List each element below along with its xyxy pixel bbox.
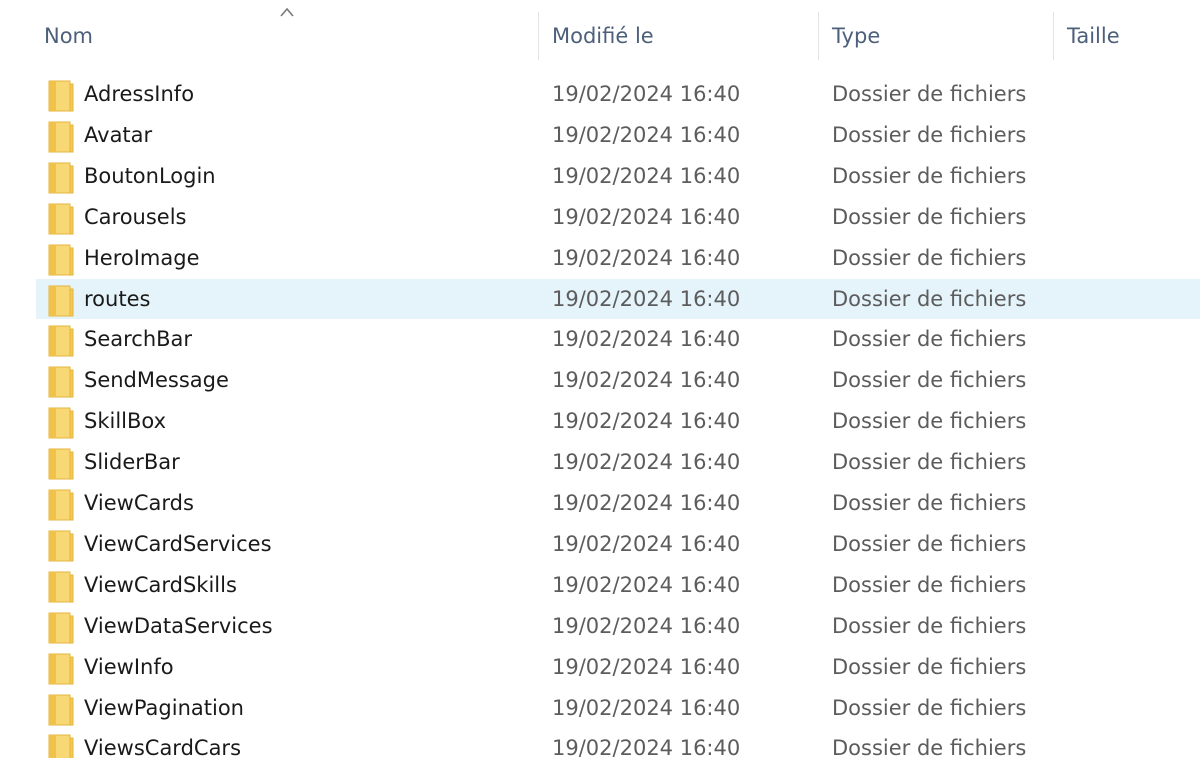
file-name: SearchBar <box>84 327 193 352</box>
column-separator[interactable] <box>1053 12 1054 60</box>
file-row[interactable]: HeroImage 19/02/2024 16:40 Dossier de fich… <box>36 238 1200 278</box>
file-modified-date: 19/02/2024 16:40 <box>552 245 741 270</box>
file-name: ViewCards <box>84 491 194 515</box>
file-modified-date: 19/02/2024 16:40 <box>552 695 741 720</box>
file-modified-date: 19/02/2024 16:40 <box>552 122 741 147</box>
folder-icon <box>48 80 74 112</box>
file-row[interactable]: BoutonLogin 19/02/2024 16:40 Dossier de fi… <box>36 156 1200 196</box>
folder-icon <box>48 366 74 398</box>
column-header-name[interactable]: Nom <box>44 18 534 60</box>
file-row[interactable]: SearchBar 19/02/2024 16:40 Dossier de fich… <box>36 319 1200 359</box>
folder-icon <box>48 244 74 276</box>
folder-icon <box>48 162 74 194</box>
folder-icon <box>48 694 74 726</box>
file-name: AdressInfo <box>84 82 195 106</box>
sort-ascending-icon <box>280 7 294 17</box>
file-name: Carousels <box>84 204 187 229</box>
file-name: SendMessage <box>84 368 229 393</box>
folder-icon <box>48 203 74 235</box>
file-type: Dossier de fichiers <box>832 122 1027 147</box>
column-header-size[interactable]: Taille <box>1067 18 1200 60</box>
folder-icon <box>48 121 74 153</box>
file-modified-date: 19/02/2024 16:40 <box>552 613 741 638</box>
folder-icon <box>48 734 74 758</box>
file-type: Dossier de fichiers <box>832 613 1027 638</box>
folder-icon <box>48 530 74 562</box>
file-row[interactable]: ViewDataServices 19/02/2024 16:40 Dossier … <box>36 606 1200 646</box>
file-row[interactable]: SendMessage 19/02/2024 16:40 Dossier de fi… <box>36 360 1200 400</box>
file-name: HeroImage <box>84 245 200 270</box>
column-header-type[interactable]: Type <box>832 18 1047 60</box>
file-type: Dossier de fichiers <box>832 491 1027 515</box>
file-type: Dossier de fichiers <box>832 204 1027 229</box>
folder-icon <box>48 571 74 603</box>
file-modified-date: 19/02/2024 16:40 <box>552 491 741 515</box>
file-modified-date: 19/02/2024 16:40 <box>552 450 741 475</box>
file-type: Dossier de fichiers <box>832 736 1027 758</box>
file-type: Dossier de fichiers <box>832 82 1027 106</box>
column-separator[interactable] <box>818 12 819 60</box>
file-name: ViewPagination <box>84 695 244 720</box>
file-name: ViewCardSkills <box>84 572 237 597</box>
file-modified-date: 19/02/2024 16:40 <box>552 409 741 434</box>
file-modified-date: 19/02/2024 16:40 <box>552 572 741 597</box>
folder-icon <box>48 653 74 685</box>
file-row[interactable]: Carousels 19/02/2024 16:40 Dossier de fich… <box>36 197 1200 237</box>
file-name: ViewCardServices <box>84 531 272 556</box>
file-modified-date: 19/02/2024 16:40 <box>552 286 741 311</box>
file-modified-date: 19/02/2024 16:40 <box>552 654 741 679</box>
file-name: Avatar <box>84 122 153 147</box>
file-modified-date: 19/02/2024 16:40 <box>552 368 741 393</box>
file-row[interactable]: routes 19/02/2024 16:40 Dossier de fichier… <box>36 278 1200 319</box>
folder-icon <box>48 489 74 521</box>
file-row[interactable]: ViewCardSkills 19/02/2024 16:40 Dossier de… <box>36 565 1200 605</box>
file-row[interactable]: Avatar 19/02/2024 16:40 Dossier de fichier… <box>36 115 1200 155</box>
file-row[interactable]: SkillBox 19/02/2024 16:40 Dossier de fichi… <box>36 401 1200 441</box>
folder-icon <box>48 448 74 480</box>
file-explorer-details-view: Nom Modifié le Type Taille AdressInfo 19/… <box>0 0 1200 758</box>
file-modified-date: 19/02/2024 16:40 <box>552 204 741 229</box>
file-modified-date: 19/02/2024 16:40 <box>552 736 741 758</box>
file-type: Dossier de fichiers <box>832 327 1027 352</box>
column-header-bar: Nom Modifié le Type Taille <box>0 0 1200 70</box>
file-modified-date: 19/02/2024 16:40 <box>552 163 741 188</box>
file-type: Dossier de fichiers <box>832 695 1027 720</box>
file-name: SliderBar <box>84 450 180 475</box>
file-type: Dossier de fichiers <box>832 531 1027 556</box>
file-modified-date: 19/02/2024 16:40 <box>552 82 741 106</box>
file-row[interactable]: ViewPagination 19/02/2024 16:40 Dossier de… <box>36 688 1200 728</box>
file-type: Dossier de fichiers <box>832 245 1027 270</box>
file-type: Dossier de fichiers <box>832 654 1027 679</box>
file-row[interactable]: ViewsCardCars 19/02/2024 16:40 Dossier de … <box>36 728 1200 758</box>
file-name: SkillBox <box>84 409 167 434</box>
file-name: BoutonLogin <box>84 163 216 188</box>
file-type: Dossier de fichiers <box>832 572 1027 597</box>
file-type: Dossier de fichiers <box>832 409 1027 434</box>
file-type: Dossier de fichiers <box>832 286 1027 311</box>
file-name: ViewDataServices <box>84 613 273 638</box>
file-type: Dossier de fichiers <box>832 163 1027 188</box>
file-modified-date: 19/02/2024 16:40 <box>552 531 741 556</box>
file-row[interactable]: ViewCardServices 19/02/2024 16:40 Dossier … <box>36 524 1200 564</box>
folder-icon <box>48 285 74 317</box>
file-modified-date: 19/02/2024 16:40 <box>552 327 741 352</box>
file-row[interactable]: ViewInfo 19/02/2024 16:40 Dossier de fichi… <box>36 647 1200 687</box>
file-row[interactable]: AdressInfo 19/02/2024 16:40 Dossier de fic… <box>36 74 1200 114</box>
file-name: ViewsCardCars <box>84 736 242 758</box>
file-row[interactable]: ViewCards 19/02/2024 16:40 Dossier de fich… <box>36 483 1200 523</box>
folder-icon <box>48 325 74 357</box>
file-type: Dossier de fichiers <box>832 450 1027 475</box>
file-name: ViewInfo <box>84 654 174 679</box>
folder-icon <box>48 407 74 439</box>
column-separator[interactable] <box>538 12 539 60</box>
file-type: Dossier de fichiers <box>832 368 1027 393</box>
file-name: routes <box>84 286 151 311</box>
file-row[interactable]: SliderBar 19/02/2024 16:40 Dossier de fich… <box>36 442 1200 482</box>
column-header-modified[interactable]: Modifié le <box>552 18 812 60</box>
folder-icon <box>48 612 74 644</box>
